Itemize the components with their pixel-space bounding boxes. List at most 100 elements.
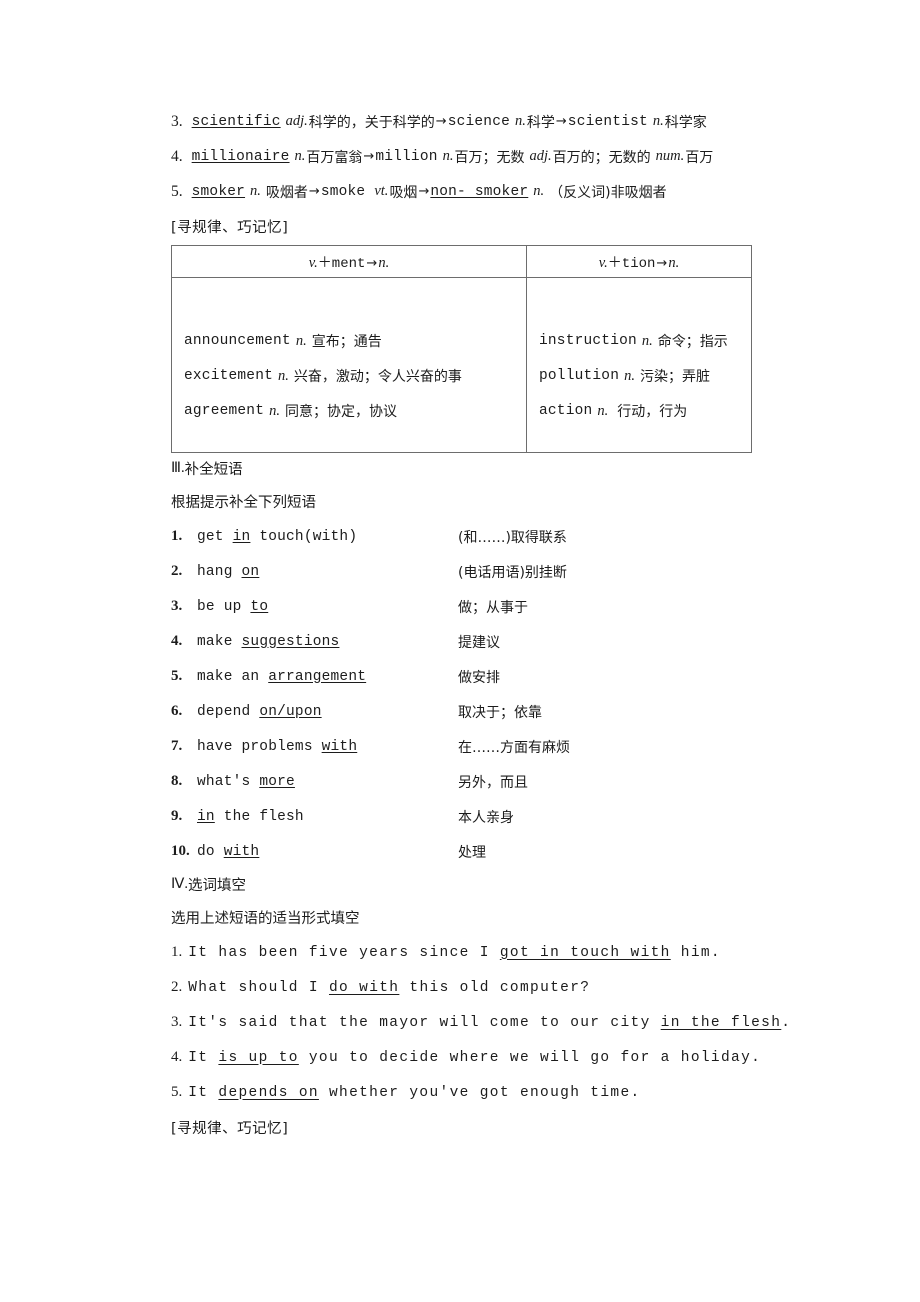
phrase-text: do with: [197, 843, 260, 860]
phrase-meaning: 取决于；依靠: [458, 704, 542, 721]
phrase-text: what's more: [197, 773, 295, 790]
phrase-blank: on/upon: [259, 703, 322, 720]
phrase-meaning: 提建议: [458, 634, 500, 651]
part-of-speech: n.: [515, 113, 526, 129]
section-3-heading: Ⅲ. 补全短语: [171, 453, 771, 484]
entry-word: agreement: [184, 403, 265, 419]
phrase-number: 3.: [171, 598, 183, 614]
phrase-list: 1. get in touch(with) (和……)取得联系 2. hang …: [171, 519, 771, 869]
rule-table: v.＋ment→n. v.＋tion→n. announcement n. 宣布…: [171, 245, 752, 453]
phrase-number: 5.: [171, 668, 183, 684]
phrase-number: 6.: [171, 703, 183, 719]
phrase-meaning: 处理: [458, 844, 486, 861]
list-item: 4. make suggestions 提建议: [171, 624, 771, 659]
sentence-blank: got in touch with: [499, 944, 671, 961]
word-entry: excitement n. 兴奋，激动；令人兴奋的事: [184, 359, 526, 394]
derivation-list: 3. scientific adj. 科学的，关于科学的 → science n…: [171, 104, 771, 209]
list-item: 5. make an arrangement 做安排: [171, 659, 771, 694]
phrase-text: make an arrangement: [197, 668, 367, 685]
part-of-speech: adj.: [285, 113, 308, 129]
sentence-text: What should I do with this old computer?: [188, 979, 591, 996]
headword: millionaire: [191, 148, 290, 165]
list-item: 1. get in touch(with) (和……)取得联系: [171, 519, 771, 554]
item-number: 5.: [171, 182, 183, 200]
word-entry: instruction n. 命令；指示: [539, 324, 751, 359]
phrase-blank: to: [250, 598, 269, 615]
phrase-meaning: 做；从事于: [458, 599, 528, 616]
part-of-speech: n.: [250, 183, 261, 199]
gloss: 百万: [685, 149, 714, 166]
phrase-blank: arrangement: [268, 668, 367, 685]
sentence-blank: in the flesh: [660, 1014, 782, 1031]
header-n: n.: [378, 254, 390, 271]
item-number: 4.: [171, 147, 183, 165]
part-of-speech: n.: [442, 148, 454, 164]
phrase-number: 4.: [171, 633, 183, 649]
section-3-title: 补全短语: [184, 462, 243, 478]
derivation-item: 3. scientific adj. 科学的，关于科学的 → science n…: [171, 104, 771, 139]
phrase-meaning: (和……)取得联系: [458, 529, 567, 546]
page-content: 3. scientific adj. 科学的，关于科学的 → science n…: [171, 104, 790, 1144]
entry-pos: n.: [278, 367, 289, 384]
list-item: 9. in the flesh 本人亲身: [171, 799, 771, 834]
word-entry: action n. 行动，行为: [539, 394, 751, 429]
sentence-number: 4.: [171, 1049, 183, 1065]
derived-word: scientist: [567, 113, 648, 130]
arrow-icon: →: [435, 114, 447, 129]
derivation-item: 5. smoker n. 吸烟者 → smoke vt. 吸烟 → non- s…: [171, 174, 771, 209]
entry-pos: n.: [641, 332, 653, 349]
rule-heading-bottom: [寻规律、巧记忆]: [171, 1120, 289, 1137]
header-plus: ＋: [317, 255, 332, 272]
phrase-text: depend on/upon: [197, 703, 322, 720]
phrase-blank: more: [259, 773, 295, 790]
list-item: 7. have problems with 在……方面有麻烦: [171, 729, 771, 764]
part-of-speech: adj.: [529, 148, 552, 164]
list-item: 4. It is up to you to decide where we wi…: [171, 1040, 771, 1075]
table-body-row: announcement n. 宣布；通告 excitement n. 兴奋，激…: [171, 277, 752, 453]
entry-word: action: [539, 403, 593, 419]
phrase-number: 7.: [171, 738, 183, 754]
phrase-blank: with: [223, 843, 260, 860]
word-entry: pollution n. 污染；弄脏: [539, 359, 751, 394]
headword: smoker: [191, 183, 246, 200]
header-plus: ＋: [607, 255, 622, 272]
section-4-title: 选词填空: [188, 878, 247, 894]
gloss: 百万的；无数的: [552, 149, 651, 166]
sentence-text: It has been five years since I got in to…: [188, 944, 721, 961]
arrow-icon: →: [418, 184, 430, 199]
header-v: v.: [308, 254, 318, 271]
list-item: 10. do with 处理: [171, 834, 771, 869]
list-item: 3. It's said that the mayor will come to…: [171, 1005, 790, 1040]
sentence-text: It depends on whether you've got enough …: [188, 1084, 641, 1101]
header-suffix: ment: [331, 255, 366, 272]
phrase-text: make suggestions: [197, 633, 340, 650]
phrase-text: hang on: [197, 563, 260, 580]
sentence-blank: do with: [328, 979, 400, 996]
gloss: 科学: [526, 114, 555, 131]
part-of-speech: n.: [652, 113, 664, 129]
entry-gloss: 命令；指示: [657, 334, 728, 350]
entry-word: excitement: [184, 368, 274, 384]
phrase-number: 2.: [171, 563, 183, 579]
arrow-icon: →: [555, 114, 567, 129]
entry-gloss: 宣布；通告: [311, 334, 382, 350]
entry-gloss: 行动，行为: [617, 404, 688, 420]
gloss: 百万富翁: [306, 149, 363, 166]
sentence-blank: depends on: [218, 1084, 319, 1101]
arrow-icon: →: [656, 255, 668, 271]
phrase-meaning: 本人亲身: [458, 809, 514, 826]
document-page: 3. scientific adj. 科学的，关于科学的 → science n…: [0, 0, 920, 1302]
phrase-number: 8.: [171, 773, 183, 789]
derivation-item: 4. millionaire n. 百万富翁 → million n. 百万；无…: [171, 139, 771, 174]
sentence-number: 2.: [171, 979, 183, 995]
list-item: 2. What should I do with this old comput…: [171, 970, 771, 1005]
phrase-text: be up to: [197, 598, 269, 615]
phrase-number: 10.: [171, 843, 190, 859]
part-of-speech: vt.: [374, 183, 389, 199]
phrase-blank: on: [241, 563, 260, 580]
word-entry: announcement n. 宣布；通告: [184, 324, 526, 359]
phrase-meaning: 另外，而且: [458, 774, 528, 791]
part-of-speech: n.: [533, 183, 545, 199]
phrase-blank: in: [197, 808, 215, 825]
entry-word: pollution: [539, 368, 620, 384]
